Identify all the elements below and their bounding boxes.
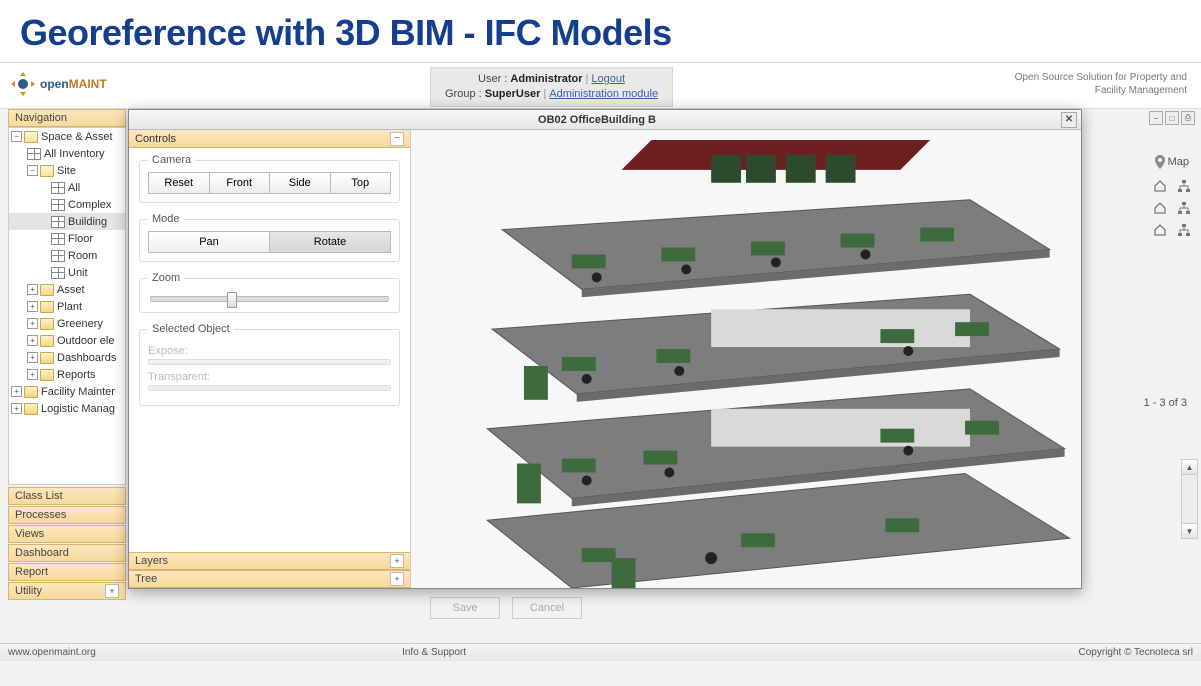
acc-report[interactable]: Report	[8, 563, 126, 581]
cancel-button[interactable]: Cancel	[512, 597, 582, 619]
logo-icon	[10, 71, 36, 97]
tree-root[interactable]: −Space & Asset	[9, 128, 125, 145]
minimize-button[interactable]: −	[1149, 111, 1163, 125]
plus-icon[interactable]: +	[390, 554, 404, 568]
user-name: Administrator	[510, 73, 582, 85]
title-band: Georeference with 3D BIM - IFC Models	[0, 0, 1201, 63]
print-button[interactable]: ⎙	[1181, 111, 1195, 125]
expose-slider[interactable]	[148, 359, 391, 365]
tree-item-building[interactable]: Building	[9, 213, 125, 230]
save-button[interactable]: Save	[430, 597, 500, 619]
hierarchy-icon[interactable]	[1177, 179, 1191, 193]
window-controls: − □ ⎙	[1149, 111, 1195, 125]
tree-item[interactable]: +Facility Mainter	[9, 383, 125, 400]
maximize-button[interactable]: □	[1165, 111, 1179, 125]
footer-copyright: Copyright © Tecnoteca srl	[1079, 647, 1193, 658]
user-panel: User : Administrator|Logout Group : Supe…	[430, 67, 673, 107]
tree-item[interactable]: +Reports	[9, 366, 125, 383]
topbar: openMAINT User : Administrator|Logout Gr…	[0, 63, 1201, 109]
scroll-up-button[interactable]: ▲	[1182, 460, 1197, 475]
dialog-titlebar[interactable]: OB02 OfficeBuilding B ✕	[129, 110, 1081, 130]
zoom-group: Zoom	[139, 272, 400, 313]
mode-group: Mode Pan Rotate	[139, 213, 400, 262]
scrollbar-vertical[interactable]: ▲ ▼	[1181, 459, 1198, 539]
map-toggle[interactable]: Map	[1155, 155, 1189, 169]
mode-pan-button[interactable]: Pan	[148, 231, 270, 253]
user-label: User :	[478, 73, 507, 85]
mode-rotate-button[interactable]: Rotate	[270, 231, 391, 253]
building-model-icon	[411, 130, 1081, 588]
selected-object-group: Selected Object Expose: Transparent:	[139, 323, 400, 406]
acc-stack: Class List Processes Views Dashboard Rep…	[8, 487, 126, 600]
hierarchy-icon[interactable]	[1177, 223, 1191, 237]
admin-module-link[interactable]: Administration module	[549, 88, 658, 100]
controls-header[interactable]: Controls−	[129, 130, 410, 148]
pager: 1 - 3 of 3	[1144, 397, 1187, 409]
group-label: Group :	[445, 88, 482, 100]
tree-item[interactable]: +Plant	[9, 298, 125, 315]
scroll-down-button[interactable]: ▼	[1182, 523, 1197, 538]
hierarchy-icon[interactable]	[1177, 201, 1191, 215]
tree-item[interactable]: Unit	[9, 264, 125, 281]
zoom-thumb[interactable]	[227, 292, 237, 308]
camera-group: Camera Reset Front Side Top	[139, 154, 400, 203]
camera-front-button[interactable]: Front	[210, 172, 271, 194]
tree-item[interactable]: +Logistic Manag	[9, 400, 125, 417]
sidebar: Navigation −Space & Asset All Inventory …	[8, 109, 126, 631]
transparent-slider[interactable]	[148, 385, 391, 391]
row-actions	[1153, 179, 1191, 237]
collapse-button[interactable]: −	[390, 132, 404, 146]
pin-icon	[1155, 155, 1165, 169]
acc-class-list[interactable]: Class List	[8, 487, 126, 505]
nav-header[interactable]: Navigation	[8, 109, 126, 127]
camera-top-button[interactable]: Top	[331, 172, 392, 194]
logo: openMAINT	[0, 63, 120, 105]
logout-link[interactable]: Logout	[591, 73, 625, 85]
dialog-title: OB02 OfficeBuilding B	[538, 114, 656, 126]
footer-support-link[interactable]: Info & Support	[402, 647, 466, 658]
tree-item-site[interactable]: −Site	[9, 162, 125, 179]
logo-text: openMAINT	[40, 77, 107, 91]
home-icon[interactable]	[1153, 179, 1167, 193]
tree-item[interactable]: +Dashboards	[9, 349, 125, 366]
tagline: Open Source Solution for Property andFac…	[1015, 63, 1201, 97]
camera-side-button[interactable]: Side	[270, 172, 331, 194]
tree-item[interactable]: +Asset	[9, 281, 125, 298]
3d-viewport[interactable]	[411, 130, 1081, 588]
acc-processes[interactable]: Processes	[8, 506, 126, 524]
tree-panel[interactable]: Tree+	[129, 570, 410, 588]
camera-reset-button[interactable]: Reset	[148, 172, 210, 194]
tree-item[interactable]: All	[9, 179, 125, 196]
action-bar: Save Cancel	[430, 597, 582, 619]
zoom-slider[interactable]	[150, 296, 389, 302]
home-icon[interactable]	[1153, 223, 1167, 237]
nav-tree: −Space & Asset All Inventory −Site All C…	[8, 127, 126, 485]
page-title: Georeference with 3D BIM - IFC Models	[20, 12, 1181, 54]
plus-icon[interactable]: +	[390, 572, 404, 586]
footer: www.openmaint.org Info & Support Copyrig…	[0, 643, 1201, 661]
tree-item[interactable]: All Inventory	[9, 145, 125, 162]
group-name: SuperUser	[485, 88, 541, 100]
acc-utility[interactable]: Utility+	[8, 582, 126, 600]
close-button[interactable]: ✕	[1061, 112, 1077, 128]
acc-views[interactable]: Views	[8, 525, 126, 543]
acc-dashboard[interactable]: Dashboard	[8, 544, 126, 562]
workspace: Navigation −Space & Asset All Inventory …	[0, 109, 1201, 643]
expose-label: Expose:	[148, 345, 391, 357]
bim-viewer-dialog: OB02 OfficeBuilding B ✕ Controls− Camera…	[128, 109, 1082, 589]
tree-item[interactable]: Room	[9, 247, 125, 264]
home-icon[interactable]	[1153, 201, 1167, 215]
tree-item[interactable]: +Outdoor ele	[9, 332, 125, 349]
plus-icon[interactable]: +	[105, 584, 119, 598]
layers-panel[interactable]: Layers+	[129, 552, 410, 570]
footer-site-link[interactable]: www.openmaint.org	[8, 647, 96, 658]
controls-panel: Controls− Camera Reset Front Side Top Mo…	[129, 130, 411, 588]
tree-item[interactable]: Floor	[9, 230, 125, 247]
tree-item[interactable]: Complex	[9, 196, 125, 213]
transparent-label: Transparent:	[148, 371, 391, 383]
tree-item[interactable]: +Greenery	[9, 315, 125, 332]
